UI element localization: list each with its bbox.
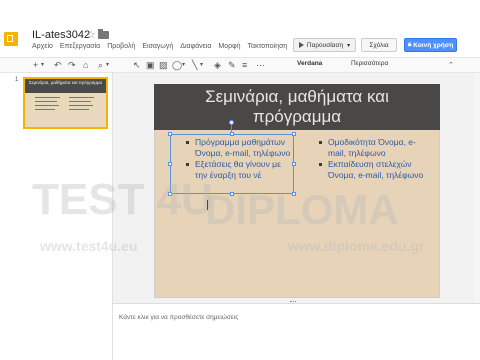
chevron-up-icon[interactable]: ⌃ — [448, 59, 454, 72]
left-bullet-list[interactable]: Πρόγραμμα μαθημάτων Όνομα, e-mail, τηλέφ… — [183, 137, 295, 181]
folder-icon[interactable] — [98, 29, 109, 39]
line-icon[interactable]: ╲ — [192, 59, 197, 72]
menu-file[interactable]: Αρχείο — [32, 43, 53, 50]
thumb-line — [69, 105, 93, 106]
menu-arrange[interactable]: Τακτοποίηση — [248, 43, 288, 50]
present-button[interactable]: Παρουσίαση ▾ — [293, 38, 356, 52]
lock-icon: 🔒︎ — [407, 41, 412, 48]
document-title[interactable]: IL-ates3042 — [32, 29, 90, 41]
chevron-down-icon[interactable]: ▾ — [200, 59, 203, 72]
star-icon[interactable]: ☆ — [86, 28, 96, 41]
chevron-down-icon[interactable]: ▾ — [41, 59, 44, 72]
menu-slide[interactable]: Διαφάνεια — [180, 43, 211, 50]
fill-color-icon[interactable]: ◈ — [214, 59, 221, 72]
play-icon — [298, 42, 304, 48]
list-item-text: Πρόγραμμα μαθημάτων Όνομα, e-mail, τηλέφ… — [195, 137, 291, 158]
thumb-line — [35, 101, 57, 102]
resize-handle[interactable] — [168, 162, 172, 166]
notes-placeholder[interactable]: Κάντε κλικ για να προσθέσετε σημειώσεις — [119, 314, 238, 321]
toolbar: + ▾ ↶ ↷ ⌂ ⌕ ▾ ↖ ▣ ▨ ◯ ▾ ╲ ▾ ◈ ✎ ≡ ⋯ ⌃ — [0, 57, 480, 73]
thumb-line — [69, 101, 91, 102]
resize-handle[interactable] — [168, 192, 172, 196]
slide-number: 1 — [15, 77, 19, 83]
menu-edit[interactable]: Επεξεργασία — [60, 43, 100, 50]
text-cursor — [207, 200, 208, 210]
more-dropdown[interactable]: Περισσότερα — [351, 60, 388, 67]
menu-format[interactable]: Μορφή — [218, 43, 240, 50]
select-icon[interactable]: ↖ — [133, 59, 141, 72]
add-icon[interactable]: + — [33, 59, 38, 72]
notes-resize-handle[interactable] — [290, 301, 296, 305]
menu-bar: Αρχείο Επεξεργασία Προβολή Εισαγωγή Διαφ… — [32, 43, 294, 50]
bullet-icon — [319, 141, 322, 144]
slide-thumbnail[interactable]: Σεμινάρια, μαθήματα και πρόγραμμα — [23, 77, 108, 129]
border-dash-icon[interactable]: ⋯ — [256, 59, 265, 72]
textbox-icon[interactable]: ▣ — [146, 59, 155, 72]
zoom-icon[interactable]: ⌕ — [98, 59, 103, 72]
image-icon[interactable]: ▨ — [159, 59, 168, 72]
thumb-line — [35, 109, 55, 110]
list-item[interactable]: Εξετάσεις θα γίνουν με την έναρξη του νέ — [183, 159, 295, 180]
thumb-line — [69, 97, 94, 98]
list-item[interactable]: Ομοδικότητα Όνομα, e-mail, τηλέφωνο — [316, 137, 428, 158]
bullet-icon — [319, 163, 322, 166]
redo-icon[interactable]: ↷ — [68, 59, 76, 72]
shape-icon[interactable]: ◯ — [172, 59, 182, 72]
list-item-text: Εκπαίδευση στελεχών Όνομα, e-mail, τηλέφ… — [328, 159, 424, 180]
chevron-down-icon[interactable]: ▾ — [347, 42, 350, 49]
list-item-text: Εξετάσεις θα γίνουν με την έναρξη του νέ — [195, 159, 281, 180]
border-weight-icon[interactable]: ≡ — [242, 59, 247, 72]
share-label: Κοινή χρήση — [413, 41, 454, 49]
resize-handle[interactable] — [230, 132, 234, 136]
bullet-icon — [186, 141, 189, 144]
resize-handle[interactable] — [292, 192, 296, 196]
slides-logo-icon[interactable] — [4, 32, 18, 46]
chevron-down-icon[interactable]: ▾ — [182, 59, 185, 72]
present-label: Παρουσίαση — [306, 41, 344, 49]
resize-handle[interactable] — [230, 192, 234, 196]
font-dropdown[interactable]: Verdana — [297, 60, 322, 67]
share-button[interactable]: 🔒︎ Κοινή χρήση — [404, 38, 457, 52]
slide-title-line: Σεμινάρια, μαθήματα και — [205, 87, 389, 106]
list-item[interactable]: Εκπαίδευση στελεχών Όνομα, e-mail, τηλέφ… — [316, 159, 428, 180]
slide-title-line: πρόγραμμα — [252, 107, 342, 126]
comments-button[interactable]: Σχόλια — [361, 38, 397, 52]
thumb-line — [35, 97, 60, 98]
bullet-icon — [186, 163, 189, 166]
speaker-notes[interactable] — [113, 303, 480, 360]
menu-view[interactable]: Προβολή — [107, 43, 135, 50]
menu-insert[interactable]: Εισαγωγή — [142, 43, 173, 50]
chevron-down-icon[interactable]: ▾ — [106, 59, 109, 72]
list-item-text: Ομοδικότητα Όνομα, e-mail, τηλέφωνο — [328, 137, 416, 158]
scrollbar[interactable] — [474, 73, 480, 303]
resize-handle[interactable] — [292, 132, 296, 136]
slide-title[interactable]: Σεμινάρια, μαθήματα και πρόγραμμα — [154, 87, 440, 127]
thumb-line — [35, 105, 59, 106]
right-bullet-list[interactable]: Ομοδικότητα Όνομα, e-mail, τηλέφωνο Εκπα… — [316, 137, 428, 181]
undo-icon[interactable]: ↶ — [54, 59, 62, 72]
paint-format-icon[interactable]: ⌂ — [83, 59, 88, 72]
border-color-icon[interactable]: ✎ — [228, 59, 236, 72]
resize-handle[interactable] — [168, 132, 172, 136]
list-item[interactable]: Πρόγραμμα μαθημάτων Όνομα, e-mail, τηλέφ… — [183, 137, 295, 158]
thumb-line — [69, 109, 89, 110]
thumb-title: Σεμινάρια, μαθήματα και πρόγραμμα — [25, 79, 106, 93]
